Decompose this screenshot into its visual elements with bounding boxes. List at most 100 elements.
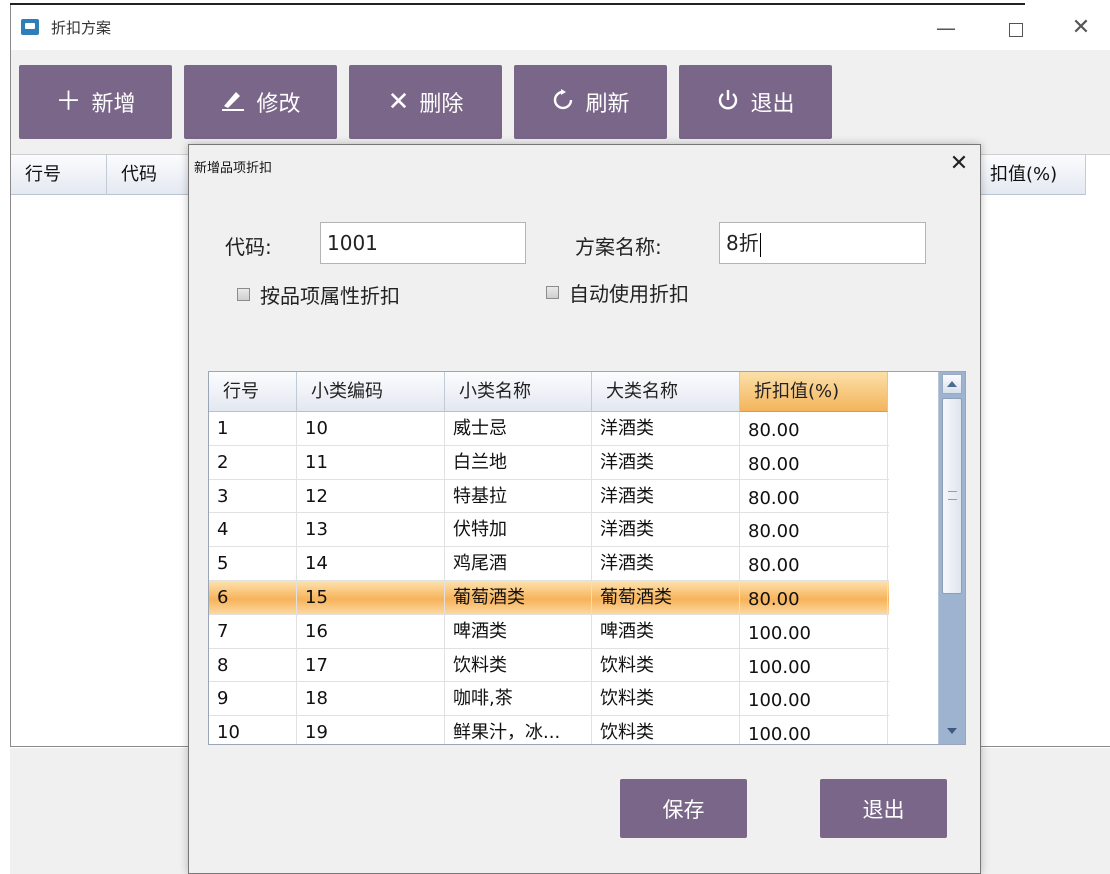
add-button-label: 新增 — [91, 92, 136, 117]
cell-category-name: 饮料类 — [592, 716, 740, 744]
grid-col-subcategory-name[interactable]: 小类名称 — [445, 372, 592, 412]
checkbox-box — [546, 286, 559, 299]
title-bar: 折扣方案 — ✕ — [11, 5, 1110, 50]
close-window-button[interactable]: ✕ — [1061, 11, 1101, 45]
checkbox-box — [237, 288, 250, 301]
grid-col-subcategory-code[interactable]: 小类编码 — [297, 372, 445, 412]
cell-category-name: 洋酒类 — [592, 479, 740, 514]
cell-row-number: 8 — [209, 648, 297, 683]
delete-button[interactable]: ✕ 删除 — [349, 65, 502, 139]
cell-subcategory-code: 16 — [297, 614, 445, 649]
table-row[interactable]: 2 11 白兰地 洋酒类 80.00 — [209, 445, 889, 480]
cell-subcategory-name: 特基拉 — [445, 479, 592, 514]
scroll-thumb[interactable] — [942, 398, 962, 594]
cell-subcategory-name: 饮料类 — [445, 648, 592, 683]
cell-category-name: 饮料类 — [592, 682, 740, 717]
quit-dialog-button[interactable]: 退出 — [820, 779, 947, 838]
toolbar: ＋ 新增 修改 ✕ 删除 刷新 退出 — [11, 50, 1110, 155]
cell-subcategory-name: 鲜果汁，冰... — [445, 716, 592, 744]
cell-row-number: 2 — [209, 445, 297, 480]
auto-apply-discount-checkbox[interactable]: 自动使用折扣 — [546, 278, 689, 307]
scheme-name-value: 8折 — [726, 231, 759, 255]
cell-discount-value: 80.00 — [740, 412, 888, 446]
maximize-button[interactable] — [996, 11, 1036, 45]
cell-row-number: 9 — [209, 682, 297, 717]
cell-discount-value: 100.00 — [740, 614, 888, 649]
cell-subcategory-code: 15 — [297, 580, 445, 615]
scheme-name-input[interactable]: 8折 — [719, 222, 926, 264]
table-row[interactable]: 3 12 特基拉 洋酒类 80.00 — [209, 479, 889, 514]
refresh-icon — [551, 88, 575, 117]
cell-category-name: 洋酒类 — [592, 547, 740, 581]
exit-button[interactable]: 退出 — [679, 65, 832, 139]
cell-category-name: 饮料类 — [592, 648, 740, 683]
grid-col-category-name[interactable]: 大类名称 — [592, 372, 740, 412]
main-col-discount[interactable]: 扣值(%) — [986, 155, 1086, 195]
cell-subcategory-code: 18 — [297, 682, 445, 717]
table-row[interactable]: 4 13 伏特加 洋酒类 80.00 — [209, 513, 889, 548]
app-icon — [21, 19, 39, 35]
cell-discount-value: 80.00 — [740, 479, 888, 514]
add-discount-dialog: 新增品项折扣 ✕ 代码: 1001 方案名称: 8折 按品项属性折扣 自动使用折… — [188, 144, 981, 874]
cell-discount-value: 80.00 — [740, 580, 888, 615]
cell-discount-value: 80.00 — [740, 445, 888, 480]
add-button[interactable]: ＋ 新增 — [19, 65, 172, 139]
refresh-button[interactable]: 刷新 — [514, 65, 667, 139]
cell-category-name: 洋酒类 — [592, 412, 740, 446]
vertical-scrollbar[interactable] — [938, 372, 965, 744]
cell-subcategory-name: 葡萄酒类 — [445, 580, 592, 615]
cell-discount-value: 100.00 — [740, 716, 888, 744]
maximize-icon — [1009, 22, 1023, 37]
grid-col-discount-value[interactable]: 折扣值(%) — [740, 372, 888, 412]
edit-button-label: 修改 — [256, 92, 301, 117]
scroll-up-arrow-icon[interactable] — [942, 374, 962, 394]
table-row[interactable]: 9 18 咖啡,茶 饮料类 100.00 — [209, 682, 889, 717]
main-col-row-number[interactable]: 行号 — [11, 155, 107, 195]
cell-subcategory-code: 10 — [297, 412, 445, 446]
delete-button-label: 删除 — [419, 92, 464, 117]
cell-subcategory-code: 12 — [297, 479, 445, 514]
text-caret — [759, 232, 762, 257]
scroll-down-arrow-icon[interactable] — [942, 722, 962, 742]
minimize-button[interactable]: — — [926, 11, 966, 45]
auto-apply-discount-label: 自动使用折扣 — [569, 282, 689, 306]
dialog-title: 新增品项折扣 — [194, 161, 273, 176]
category-discount-grid: 行号 小类编码 小类名称 大类名称 折扣值(%) 1 10 威士忌 洋酒类 80.00 2 11 白兰… — [208, 371, 966, 745]
cell-category-name: 葡萄酒类 — [592, 580, 740, 615]
table-row[interactable]: 1 10 威士忌 洋酒类 80.00 — [209, 412, 889, 446]
edit-button[interactable]: 修改 — [184, 65, 337, 139]
table-row[interactable]: 5 14 鸡尾酒 洋酒类 80.00 — [209, 547, 889, 581]
x-icon: ✕ — [387, 87, 410, 117]
cell-subcategory-code: 13 — [297, 513, 445, 548]
power-icon — [716, 88, 740, 117]
cell-row-number: 7 — [209, 614, 297, 649]
exit-button-label: 退出 — [750, 92, 795, 117]
save-button[interactable]: 保存 — [620, 779, 747, 838]
cell-category-name: 洋酒类 — [592, 445, 740, 480]
cell-subcategory-name: 威士忌 — [445, 412, 592, 446]
table-row[interactable]: 7 16 啤酒类 啤酒类 100.00 — [209, 614, 889, 649]
cell-row-number: 5 — [209, 547, 297, 581]
table-row[interactable]: 6 15 葡萄酒类 葡萄酒类 80.00 — [209, 580, 889, 615]
cell-category-name: 啤酒类 — [592, 614, 740, 649]
cell-discount-value: 100.00 — [740, 648, 888, 683]
pencil-icon — [220, 88, 246, 117]
grid-col-row-number[interactable]: 行号 — [209, 372, 297, 412]
cell-discount-value: 80.00 — [740, 547, 888, 581]
table-row[interactable]: 10 19 鲜果汁，冰... 饮料类 100.00 — [209, 716, 889, 744]
discount-by-attribute-label: 按品项属性折扣 — [260, 284, 400, 308]
cell-discount-value: 100.00 — [740, 682, 888, 717]
code-input[interactable]: 1001 — [320, 222, 526, 264]
cell-subcategory-name: 白兰地 — [445, 445, 592, 480]
cell-subcategory-name: 咖啡,茶 — [445, 682, 592, 717]
table-row[interactable]: 8 17 饮料类 饮料类 100.00 — [209, 648, 889, 683]
cell-subcategory-name: 啤酒类 — [445, 614, 592, 649]
cell-subcategory-code: 14 — [297, 547, 445, 581]
cell-discount-value: 80.00 — [740, 513, 888, 548]
cell-row-number: 1 — [209, 412, 297, 446]
cell-subcategory-name: 伏特加 — [445, 513, 592, 548]
dialog-close-button[interactable]: ✕ — [944, 149, 974, 179]
cell-row-number: 10 — [209, 716, 297, 744]
discount-by-attribute-checkbox[interactable]: 按品项属性折扣 — [237, 280, 400, 309]
cell-subcategory-code: 19 — [297, 716, 445, 744]
